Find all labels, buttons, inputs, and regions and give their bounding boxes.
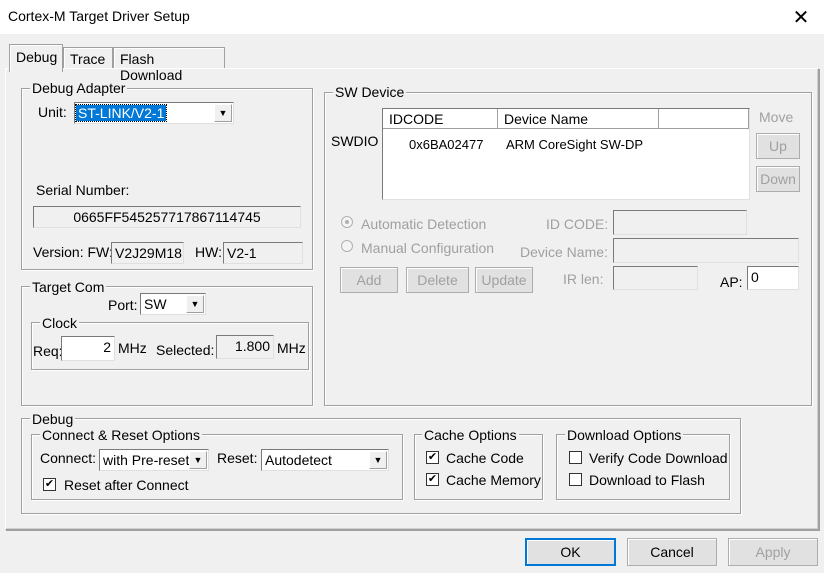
cache-code-checkbox[interactable]: ✔: [426, 451, 439, 464]
version-fw-label: Version: FW:: [33, 244, 113, 260]
manual-configuration-label: Manual Configuration: [361, 240, 495, 256]
serial-number-field: 0665FF545257717867114745: [33, 206, 301, 228]
download-options-group: [556, 434, 730, 500]
clock-selected-field: 1.800: [216, 335, 274, 359]
target-com-legend: Target Com: [30, 279, 107, 295]
apply-button[interactable]: Apply: [728, 538, 818, 566]
chevron-down-icon[interactable]: ▼: [214, 104, 232, 122]
hardware-version-field: V2-1: [223, 242, 303, 264]
debug-adapter-legend: Debug Adapter: [30, 80, 128, 96]
move-down-button[interactable]: Down: [756, 166, 800, 192]
verify-code-download-checkbox[interactable]: [569, 451, 582, 464]
tab-trace-label: Trace: [70, 51, 106, 67]
debug-legend: Debug: [30, 411, 76, 427]
clock-request-field[interactable]: 2: [61, 336, 115, 361]
port-value: SW: [144, 296, 167, 312]
checkmark-icon: ✔: [427, 451, 438, 463]
automatic-detection-label: Automatic Detection: [361, 216, 487, 232]
column-header-device-name[interactable]: Device Name: [498, 109, 659, 129]
checkmark-icon: ✔: [44, 478, 55, 490]
unit-value: ST-LINK/V2-1: [74, 104, 168, 122]
reset-after-connect-label: Reset after Connect: [64, 477, 189, 493]
ap-field[interactable]: 0: [747, 266, 799, 290]
tab-debug[interactable]: Debug: [9, 44, 63, 72]
update-button[interactable]: Update: [475, 267, 533, 293]
req-mhz-label: MHz: [118, 340, 147, 356]
ir-len-field: [613, 266, 698, 290]
connect-reset-legend: Connect & Reset Options: [40, 427, 202, 443]
manual-configuration-radio[interactable]: [341, 240, 353, 252]
connect-value: with Pre-reset: [103, 452, 190, 468]
ok-button[interactable]: OK: [525, 538, 616, 566]
req-label: Req:: [33, 343, 63, 359]
ap-label: AP:: [720, 274, 743, 290]
connect-label: Connect:: [40, 450, 97, 466]
checkmark-icon: ✔: [427, 473, 438, 485]
hw-label: HW:: [195, 244, 222, 260]
add-button[interactable]: Add: [340, 267, 398, 293]
window-title: Cortex-M Target Driver Setup: [8, 8, 190, 24]
id-code-field: [613, 210, 747, 235]
sw-device-list[interactable]: IDCODE Device Name 0x6BA02477 ARM CoreSi…: [382, 108, 750, 200]
serial-number-label: Serial Number:: [36, 182, 130, 198]
reset-select[interactable]: Autodetect ▼: [261, 449, 389, 471]
id-code-label: ID CODE:: [546, 216, 609, 232]
tab-debug-label: Debug: [16, 49, 58, 65]
close-icon: ✕: [792, 6, 810, 29]
cache-memory-label: Cache Memory: [446, 472, 541, 488]
cache-options-group: [414, 434, 543, 500]
tab-flash-download[interactable]: Flash Download: [113, 47, 225, 83]
reset-after-connect-checkbox[interactable]: ✔: [43, 478, 56, 491]
chevron-down-icon[interactable]: ▼: [186, 295, 204, 313]
unit-select[interactable]: ST-LINK/V2-1 ▼: [74, 102, 234, 124]
row-device-name[interactable]: ARM CoreSight SW-DP: [506, 137, 643, 152]
title-bar: Cortex-M Target Driver Setup ✕: [0, 0, 824, 34]
clock-legend: Clock: [40, 315, 80, 331]
cache-options-legend: Cache Options: [422, 427, 519, 443]
column-header-blank: [659, 109, 749, 129]
verify-code-download-label: Verify Code Download: [589, 450, 728, 466]
sw-device-legend: SW Device: [333, 84, 407, 100]
firmware-version-field: V2J29M18: [111, 242, 184, 264]
cache-code-label: Cache Code: [446, 450, 524, 466]
delete-button[interactable]: Delete: [406, 267, 469, 293]
device-name-field: [613, 238, 799, 263]
unit-label: Unit:: [38, 104, 67, 120]
close-button[interactable]: ✕: [778, 0, 824, 34]
chevron-down-icon[interactable]: ▼: [189, 451, 207, 469]
download-options-legend: Download Options: [565, 427, 684, 443]
tab-trace[interactable]: Trace: [63, 47, 113, 68]
ir-len-label: IR len:: [563, 271, 604, 287]
swdio-label: SWDIO: [331, 133, 379, 149]
move-label: Move: [759, 109, 794, 125]
download-to-flash-checkbox[interactable]: [569, 473, 582, 486]
download-to-flash-label: Download to Flash: [589, 472, 705, 488]
cache-memory-checkbox[interactable]: ✔: [426, 473, 439, 486]
reset-value: Autodetect: [265, 452, 332, 468]
selected-label: Selected:: [156, 342, 215, 358]
port-label: Port:: [108, 297, 138, 313]
cancel-button[interactable]: Cancel: [627, 538, 717, 566]
automatic-detection-radio[interactable]: [341, 216, 353, 228]
column-header-idcode[interactable]: IDCODE: [383, 109, 498, 129]
chevron-down-icon[interactable]: ▼: [369, 451, 387, 469]
reset-label: Reset:: [217, 450, 258, 466]
port-select[interactable]: SW ▼: [140, 293, 206, 315]
connect-select[interactable]: with Pre-reset ▼: [99, 449, 209, 471]
row-idcode[interactable]: 0x6BA02477: [409, 137, 483, 152]
selected-mhz-label: MHz: [277, 340, 306, 356]
move-up-button[interactable]: Up: [756, 133, 800, 159]
device-name-label: Device Name:: [520, 244, 608, 260]
